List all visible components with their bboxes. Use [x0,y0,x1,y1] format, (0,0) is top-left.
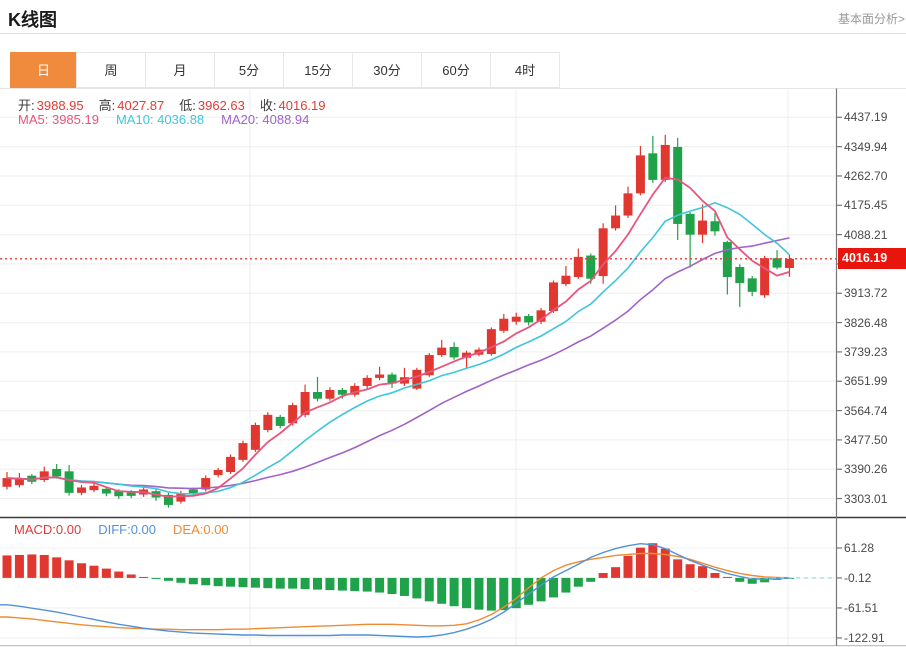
ma20-line [6,237,790,490]
macd-axis-label: 61.28 [844,540,875,555]
price-axis-label: 4437.19 [844,110,888,125]
price-axis-label: 3303.01 [844,491,888,506]
price-axis-label: 4262.70 [844,168,888,183]
macd-layer [0,542,837,638]
grid-layer [0,89,837,645]
price-axis-label: 3651.99 [844,374,888,389]
diff-value: DIFF:0.00 [98,522,157,537]
macd-axis-label: -122.91 [844,630,885,645]
price-axis-label: 4175.45 [844,198,888,213]
ma5-line [6,176,790,498]
macd-axis-label: -61.51 [844,600,879,615]
current-price-tag: 4016.19 [838,248,906,270]
dea-value: DEA:0.00 [173,522,229,537]
price-axis-label: 3477.50 [844,432,888,447]
macd-axis-label: -0.12 [844,570,872,585]
price-axis-label: 3913.72 [844,286,888,301]
price-axis-label: 3739.23 [844,344,888,359]
price-axis-label: 4088.21 [844,227,888,242]
ma-lines-layer [6,176,791,498]
candles-layer [2,134,794,508]
ma10-value: MA10: 4036.88 [115,112,205,127]
ma-legend: MA5: 3985.19 MA10: 4036.88 MA20: 4088.94 [18,112,309,127]
price-axis-label: 3826.48 [844,315,888,330]
ma5-value: MA5: 3985.19 [18,112,99,127]
price-axis-label: 3564.74 [844,403,888,418]
ma20-value: MA20: 4088.94 [221,112,310,127]
macd-value: MACD:0.00 [14,522,82,537]
price-axis-label: 3390.26 [844,462,888,477]
macd-legend: MACD:0.00 DIFF:0.00 DEA:0.00 [14,522,229,537]
ma10-line [6,201,791,495]
frame-layer [0,88,906,647]
kline-widget: K线图 基本面分析> 日周月 5分 15分 30分 60分 4时 开: 3988.95 高:… [0,0,906,647]
price-axis-label: 4349.94 [844,139,888,154]
